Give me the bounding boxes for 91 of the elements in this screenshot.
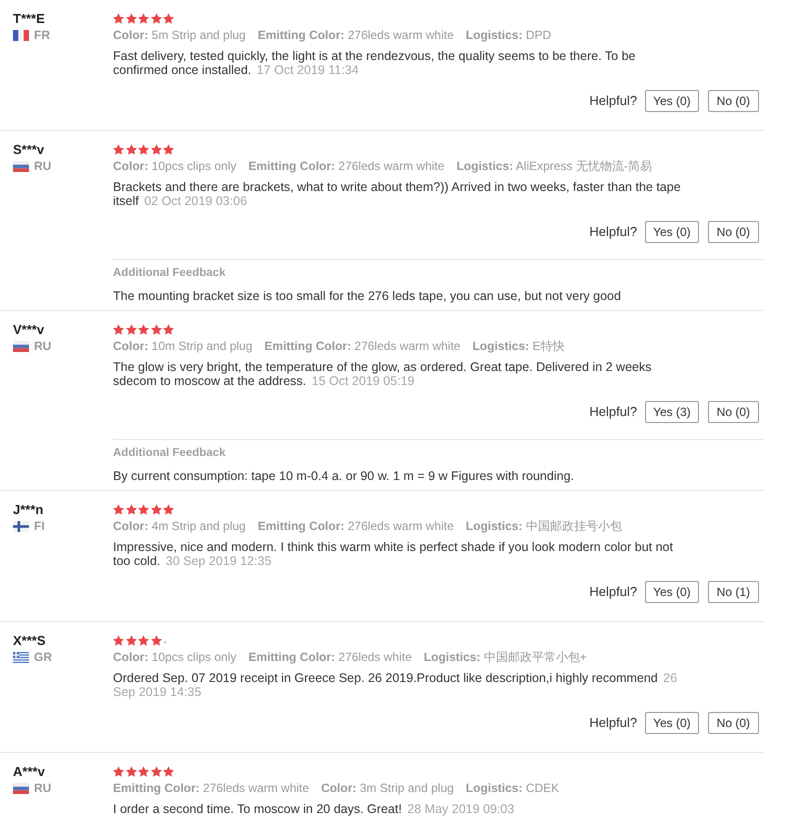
product-attribute: Emitting Color: 276leds warm white: [258, 27, 454, 44]
star-icon: [138, 504, 149, 515]
star-icon: [113, 324, 124, 335]
product-attribute: Color: 5m Strip and plug: [113, 27, 246, 44]
product-attribute: Logistics: DPD: [466, 27, 552, 44]
review-text: Impressive, nice and modern. I think this warm white is perfect shade if you look modern color but not too cold. 30 Sep 2019 12:35: [113, 540, 674, 568]
review-text: The glow is very bright, the temperature of the glow, as ordered. Great tape. Delivered in 2 weeks sdecom to moscow at the address. 15 Oct 2019 05:19: [113, 360, 652, 388]
star-icon: [163, 324, 174, 335]
helpful-label: Helpful?: [589, 403, 638, 422]
product-attribute: Emitting Color: 276leds warm white: [113, 780, 310, 797]
country-code: GR: [34, 649, 52, 666]
feedback-text: By current consumption: tape 10 m-0.4 a. or 90 w. 1 m = 9 w Figures with rounding.: [113, 468, 574, 484]
star-icon: [126, 635, 136, 646]
product-attribute: Color: 10pcs clips only: [113, 649, 236, 666]
flag-icon: [13, 341, 29, 352]
helpful-yes-button[interactable]: Yes (3): [645, 401, 699, 423]
star-icon: [150, 635, 162, 646]
reviewer-name: X***S: [13, 632, 46, 649]
helpful-yes-button[interactable]: Yes (0): [645, 581, 699, 603]
helpful-no-button[interactable]: No (1): [708, 581, 759, 603]
star-icon: [150, 766, 162, 777]
product-attribute: Emitting Color: 276leds warm white: [264, 338, 460, 355]
product-attribute: Logistics: AliExpress 无忧物流-简易: [456, 158, 652, 175]
flag-icon: [13, 521, 29, 532]
star-icon: [150, 324, 162, 335]
review-text: Ordered Sep. 07 2019 receipt in Greece Sep. 26 2019.Product like description,i highly recommend 26 Sep 2019 14:35: [113, 671, 678, 699]
reviewer-name: S***v: [13, 141, 44, 158]
reviewer-name: A***v: [13, 763, 45, 780]
reviewer-name: J***n: [13, 501, 44, 518]
product-attribute: Emitting Color: 276leds warm white: [248, 158, 444, 175]
country-code: RU: [34, 338, 52, 355]
feedback-title: Additional Feedback: [113, 266, 226, 281]
product-attribute: Color: 4m Strip and plug: [113, 518, 246, 535]
star-icon: [113, 504, 124, 515]
product-attribute: Color: 10pcs clips only: [113, 158, 236, 175]
flag-icon: [13, 161, 29, 172]
star-icon: [113, 144, 124, 155]
flag-icon: [13, 30, 29, 41]
review-text: Fast delivery, tested quickly, the light is at the rendezvous, the quality seems to be there. To be confirmed once installed. 17 Oct 2019 11:34: [113, 49, 637, 77]
star-icon: [126, 324, 136, 335]
star-icon: [138, 766, 149, 777]
star-icon: [163, 504, 174, 515]
star-icon: [138, 324, 149, 335]
star-icon: [138, 13, 149, 24]
feedback-title: Additional Feedback: [113, 446, 226, 461]
helpful-yes-button[interactable]: Yes (0): [645, 221, 699, 243]
star-icon: [113, 766, 124, 777]
review-text: Brackets and there are brackets, what to write about them?)) Arrived in two weeks, faster than the tape itself 02 Oct 2019 03:06: [113, 180, 682, 208]
review-text: I order a second time. To moscow in 20 days. Great! 28 May 2019 09:03: [113, 802, 516, 816]
country-code: RU: [34, 780, 52, 797]
product-attribute: Logistics: 中国邮政平常小包+: [424, 649, 587, 666]
empty-star-icon: [163, 640, 167, 644]
helpful-label: Helpful?: [589, 223, 638, 242]
reviewer-name: T***E: [13, 10, 45, 27]
product-attribute: Emitting Color: 276leds white: [248, 649, 412, 666]
star-icon: [126, 13, 136, 24]
star-icon: [163, 766, 174, 777]
product-attribute: Logistics: E特快: [472, 338, 564, 355]
star-icon: [150, 144, 162, 155]
star-icon: [163, 144, 174, 155]
star-icon: [163, 13, 174, 24]
feedback-text: The mounting bracket size is too small for the 276 leds tape, you can use, but not very good: [113, 288, 621, 304]
product-attribute: Color: 10m Strip and plug: [113, 338, 252, 355]
country-code: RU: [34, 158, 52, 175]
product-attribute: Emitting Color: 276leds warm white: [258, 518, 454, 535]
helpful-no-button[interactable]: No (0): [708, 401, 759, 423]
flag-icon: [13, 783, 29, 794]
star-icon: [126, 504, 136, 515]
helpful-label: Helpful?: [589, 92, 638, 110]
star-icon: [113, 13, 124, 24]
star-icon: [113, 635, 124, 646]
helpful-no-button[interactable]: No (0): [708, 712, 759, 734]
helpful-label: Helpful?: [589, 583, 638, 602]
star-icon: [138, 144, 149, 155]
star-icon: [126, 144, 136, 155]
star-icon: [150, 504, 162, 515]
helpful-label: Helpful?: [589, 714, 638, 732]
product-attribute: Logistics: 中国邮政挂号小包: [466, 518, 622, 535]
star-icon: [150, 13, 162, 24]
reviewer-name: V***v: [13, 321, 44, 338]
product-attribute: Logistics: CDEK: [466, 780, 560, 797]
helpful-yes-button[interactable]: Yes (0): [645, 712, 699, 734]
star-icon: [126, 766, 136, 777]
helpful-no-button[interactable]: No (0): [708, 221, 759, 243]
flag-icon: [13, 652, 29, 663]
country-code: FI: [34, 518, 45, 535]
helpful-yes-button[interactable]: Yes (0): [645, 90, 699, 112]
star-icon: [138, 635, 149, 646]
country-code: FR: [34, 27, 50, 44]
helpful-no-button[interactable]: No (0): [708, 90, 759, 112]
product-attribute: Color: 3m Strip and plug: [321, 780, 454, 797]
